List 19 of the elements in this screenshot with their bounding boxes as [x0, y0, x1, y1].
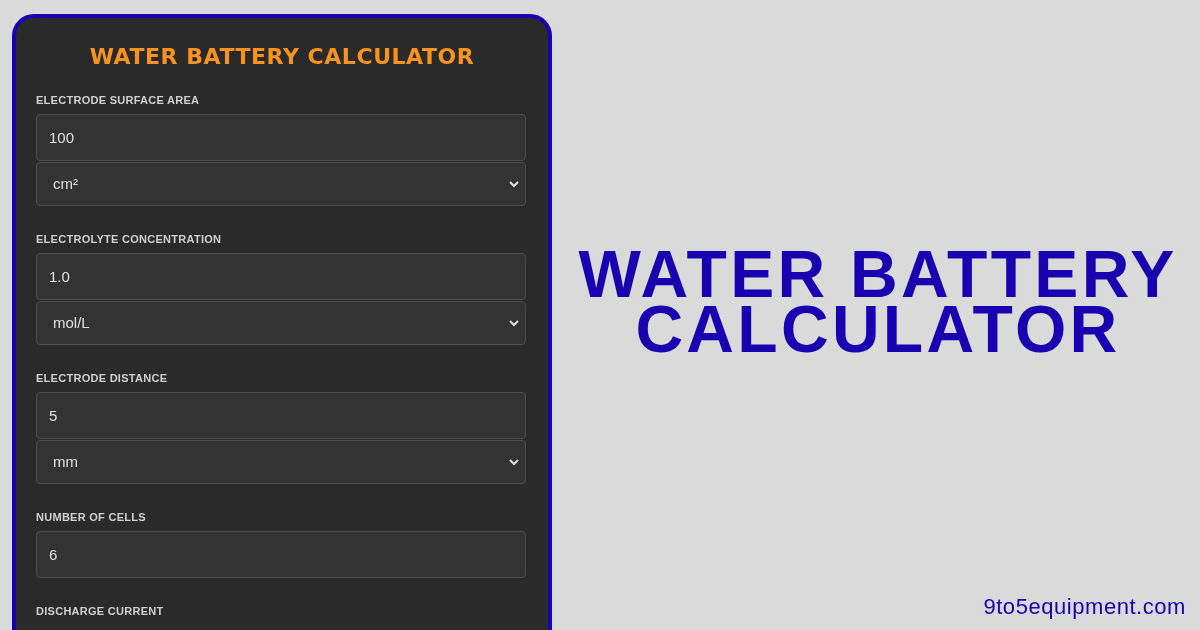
- headline-text: CALCULATOR: [635, 302, 1121, 357]
- unit-select[interactable]: mol/L: [36, 301, 526, 345]
- chevron-down-icon: [509, 319, 519, 327]
- headline-text: WATER BATTERY: [578, 247, 1178, 302]
- field-label: NUMBER OF CELLS: [36, 510, 147, 524]
- unit-select[interactable]: mm: [36, 440, 526, 484]
- calculator-title: WATER BATTERY CALCULATOR: [88, 43, 476, 71]
- field-label: ELECTROLYTE CONCENTRATION: [36, 232, 223, 246]
- chevron-down-icon: [509, 458, 519, 466]
- field-label: ELECTRODE DISTANCE: [36, 371, 169, 385]
- unit-select[interactable]: cm²: [36, 162, 526, 206]
- number-input[interactable]: 6: [36, 531, 526, 578]
- number-input[interactable]: 100: [36, 114, 526, 161]
- field-label: ELECTRODE SURFACE AREA: [36, 93, 201, 107]
- chevron-down-icon: [509, 180, 519, 188]
- number-input[interactable]: 1.0: [36, 253, 526, 300]
- website-address: 9to5equipment.com: [983, 593, 1186, 621]
- field-label: DISCHARGE CURRENT: [36, 604, 165, 618]
- number-input[interactable]: 5: [36, 392, 526, 439]
